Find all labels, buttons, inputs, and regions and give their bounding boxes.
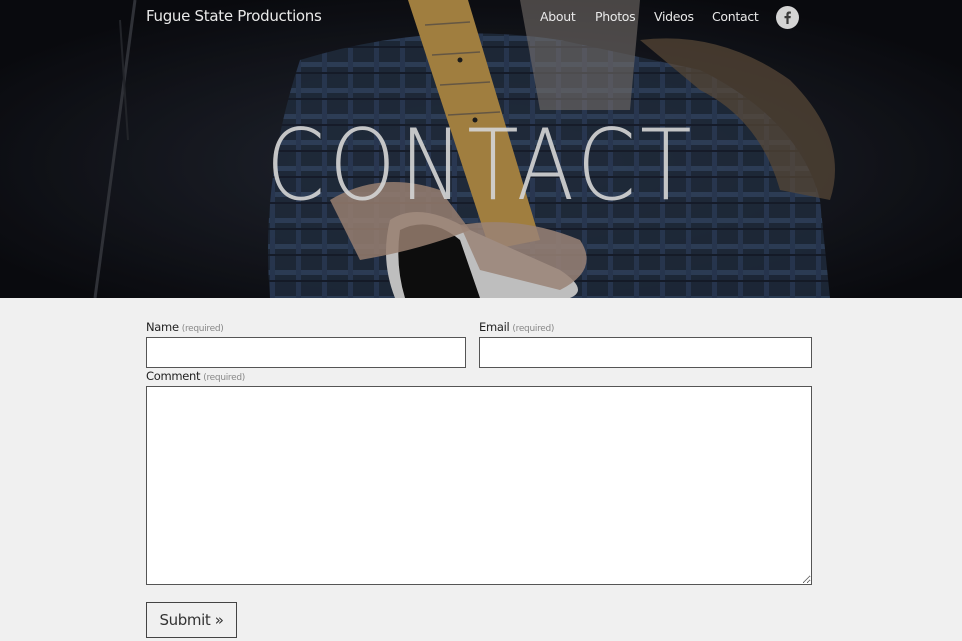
name-label: Name (required) — [146, 320, 224, 334]
site-title[interactable]: Fugue State Productions — [146, 7, 322, 25]
comment-label-text: Comment — [146, 369, 201, 383]
top-navigation-bar: Fugue State Productions About Photos Vid… — [0, 0, 962, 36]
comment-label: Comment (required) — [146, 369, 245, 383]
name-field[interactable] — [146, 337, 466, 368]
required-note: (required) — [512, 324, 555, 334]
email-label-text: Email — [479, 320, 510, 334]
nav-about[interactable]: About — [540, 9, 576, 24]
required-note: (required) — [203, 373, 245, 383]
nav-videos[interactable]: Videos — [654, 9, 694, 24]
submit-button[interactable]: Submit » — [146, 602, 237, 638]
comment-field[interactable] — [146, 386, 812, 585]
required-note: (required) — [181, 324, 224, 334]
name-label-text: Name — [146, 320, 179, 334]
email-label: Email (required) — [479, 320, 554, 334]
facebook-icon[interactable] — [776, 6, 799, 29]
nav-photos[interactable]: Photos — [595, 9, 636, 24]
contact-form: Name (required) Email (required) Comment (r… — [0, 298, 962, 641]
facebook-glyph-icon — [784, 11, 791, 24]
email-field[interactable] — [479, 337, 812, 368]
nav-contact[interactable]: Contact — [712, 9, 759, 24]
page-title: CONTACT — [266, 109, 696, 223]
hero-banner: Fugue State Productions About Photos Vid… — [0, 0, 962, 298]
